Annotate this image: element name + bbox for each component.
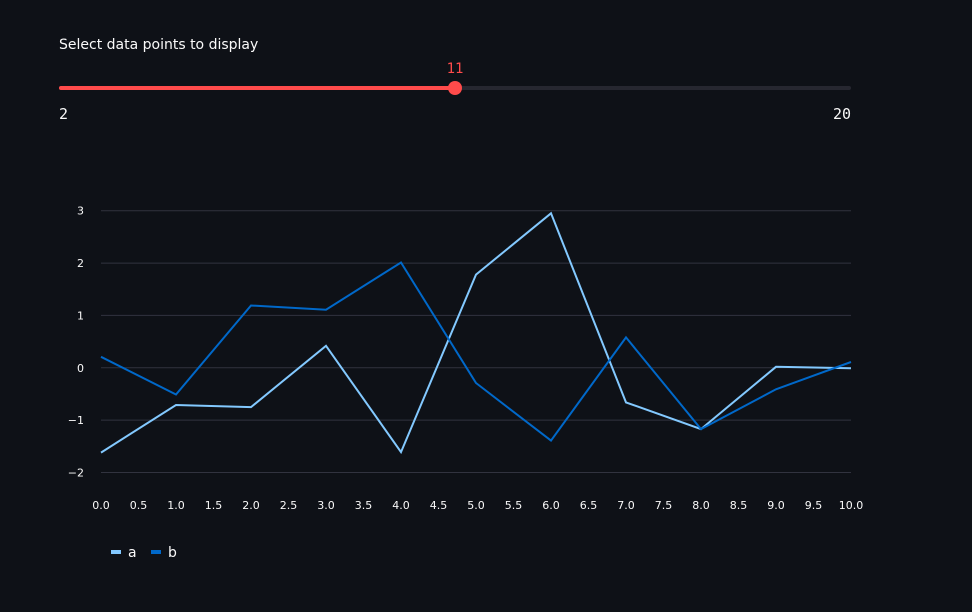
legend-label-a: a — [128, 545, 137, 561]
x-tick-label: 1.0 — [167, 499, 185, 512]
y-tick-label: 1 — [77, 309, 84, 322]
x-tick-label: 8.5 — [730, 499, 748, 512]
x-tick-label: 2.0 — [242, 499, 260, 512]
x-tick-label: 9.0 — [767, 499, 785, 512]
x-tick-label: 3.0 — [317, 499, 335, 512]
y-tick-label: 3 — [77, 205, 84, 218]
x-tick-label: 6.5 — [580, 499, 598, 512]
x-tick-label: 8.0 — [692, 499, 710, 512]
legend-swatch-b — [151, 550, 161, 554]
x-tick-label: 5.5 — [505, 499, 523, 512]
x-tick-label: 0.0 — [92, 499, 110, 512]
x-tick-label: 9.5 — [805, 499, 823, 512]
x-tick-label: 3.5 — [355, 499, 373, 512]
series-line-b — [100, 261, 852, 443]
x-tick-label: 5.0 — [467, 499, 485, 512]
x-tick-label: 7.5 — [655, 499, 673, 512]
x-tick-label: 2.5 — [280, 499, 298, 512]
y-tick-label: 2 — [77, 257, 84, 270]
x-tick-label: 4.0 — [392, 499, 410, 512]
y-tick-label: 0 — [77, 362, 84, 375]
legend-swatch-a — [111, 550, 121, 554]
y-tick-label: −2 — [68, 467, 84, 480]
x-tick-label: 4.5 — [430, 499, 448, 512]
line-chart: 3 2 1 0 −1 −2 0.0 0.5 1.0 1.5 2.0 2.5 3.0 3.5 4.0 4.5 5.… — [68, 205, 864, 561]
x-tick-label: 10.0 — [839, 499, 864, 512]
x-tick-label: 6.0 — [542, 499, 560, 512]
legend-label-b: b — [168, 545, 177, 561]
x-tick-label: 1.5 — [205, 499, 223, 512]
y-tick-label: −1 — [68, 414, 84, 427]
series-line-a — [100, 211, 852, 455]
x-tick-label: 7.0 — [617, 499, 635, 512]
x-tick-label: 0.5 — [130, 499, 148, 512]
